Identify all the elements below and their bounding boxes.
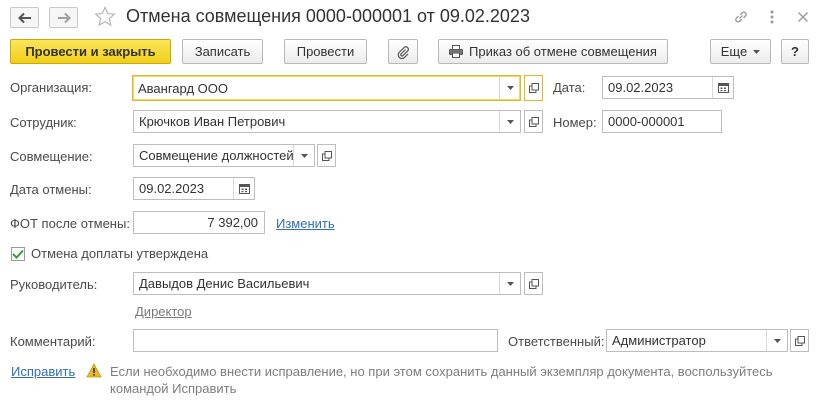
organization-field[interactable]: Авангард ООО <box>132 75 521 101</box>
open-window-icon <box>528 278 539 289</box>
responsible-label: Ответственный: <box>508 334 605 349</box>
date-field[interactable]: 09.02.2023 <box>602 76 734 99</box>
number-value: 0000-000001 <box>608 114 685 129</box>
checkmark-icon <box>12 249 24 259</box>
printer-icon <box>449 45 464 58</box>
organization-open-button[interactable] <box>524 75 543 101</box>
more-button[interactable]: Еще <box>710 39 771 64</box>
help-button[interactable]: ? <box>781 39 809 64</box>
calendar-icon[interactable] <box>234 178 254 199</box>
favorite-star-icon[interactable] <box>94 6 116 28</box>
employee-open-button[interactable] <box>524 110 543 133</box>
arrow-right-icon <box>57 12 71 23</box>
combination-label: Совмещение: <box>10 149 93 164</box>
manager-value: Давыдов Денис Васильевич <box>139 276 310 291</box>
number-label: Номер: <box>553 115 597 130</box>
warning-icon <box>86 363 102 378</box>
help-label: ? <box>791 44 799 59</box>
manager-label: Руководитель: <box>10 277 98 292</box>
dropdown-arrow-icon[interactable] <box>500 273 520 294</box>
employee-field[interactable]: Крючков Иван Петрович <box>133 110 521 133</box>
dropdown-arrow-icon[interactable] <box>294 145 314 166</box>
save-button[interactable]: Записать <box>182 39 263 64</box>
warning-text: Если необходимо внести исправление, но п… <box>110 364 773 396</box>
post-button[interactable]: Провести <box>284 39 367 64</box>
change-fot-link[interactable]: Изменить <box>276 216 335 231</box>
dropdown-arrow-icon[interactable] <box>767 330 787 351</box>
open-window-icon <box>321 150 332 161</box>
fot-value: 7 392,00 <box>207 215 258 230</box>
link-icon[interactable] <box>733 9 749 25</box>
post-and-close-button[interactable]: Провести и закрыть <box>10 39 171 64</box>
cancel-date-field[interactable]: 09.02.2023 <box>133 177 255 200</box>
dropdown-arrow-icon[interactable] <box>500 76 520 100</box>
combination-value: Совмещение должностей <box>139 148 293 163</box>
manager-field[interactable]: Давыдов Денис Васильевич <box>133 272 521 295</box>
print-order-button[interactable]: Приказ об отмене совмещения <box>438 39 668 64</box>
manager-position-link[interactable]: Директор <box>135 304 192 319</box>
number-field[interactable]: 0000-000001 <box>602 110 722 133</box>
open-window-icon <box>794 335 805 346</box>
responsible-open-button[interactable] <box>790 329 809 352</box>
cancel-date-value: 09.02.2023 <box>139 181 205 196</box>
comment-field[interactable] <box>133 329 498 352</box>
dropdown-arrow-icon[interactable] <box>500 111 520 132</box>
fot-field[interactable]: 7 392,00 <box>133 211 265 234</box>
employee-label: Сотрудник: <box>10 115 77 130</box>
calendar-icon[interactable] <box>713 77 733 98</box>
date-value: 09.02.2023 <box>608 80 674 95</box>
post-and-close-label: Провести и закрыть <box>25 44 156 59</box>
employee-value: Крючков Иван Петрович <box>139 114 286 129</box>
print-order-label: Приказ об отмене совмещения <box>469 44 657 59</box>
fix-link[interactable]: Исправить <box>11 364 75 379</box>
forward-button[interactable] <box>49 7 78 28</box>
surcharge-approved-checkbox[interactable] <box>11 247 25 261</box>
close-icon[interactable] <box>795 9 811 25</box>
date-label: Дата: <box>553 80 586 95</box>
organization-value: Авангард ООО <box>138 80 228 96</box>
open-window-icon <box>528 83 539 93</box>
responsible-field[interactable]: Администратор <box>606 329 788 352</box>
fot-label: ФОТ после отмены: <box>10 216 130 231</box>
arrow-left-icon <box>17 12 31 23</box>
manager-open-button[interactable] <box>524 272 543 295</box>
comment-label: Комментарий: <box>10 334 96 349</box>
combination-open-button[interactable] <box>317 144 336 167</box>
surcharge-approved-label[interactable]: Отмена доплаты утверждена <box>31 246 208 261</box>
attach-button[interactable] <box>388 39 418 64</box>
more-label: Еще <box>720 44 748 59</box>
chevron-down-icon <box>753 49 761 54</box>
cancel-date-label: Дата отмены: <box>10 182 92 197</box>
open-window-icon <box>528 116 539 127</box>
save-label: Записать <box>194 44 251 59</box>
window-title: Отмена совмещения 0000-000001 от 09.02.2… <box>126 6 530 26</box>
responsible-value: Администратор <box>612 333 706 348</box>
back-button[interactable] <box>10 7 39 28</box>
paperclip-icon <box>397 45 409 59</box>
organization-label: Организация: <box>10 80 93 95</box>
combination-field[interactable]: Совмещение должностей <box>133 144 315 167</box>
post-label: Провести <box>296 44 355 59</box>
menu-dots-icon[interactable] <box>764 9 780 25</box>
